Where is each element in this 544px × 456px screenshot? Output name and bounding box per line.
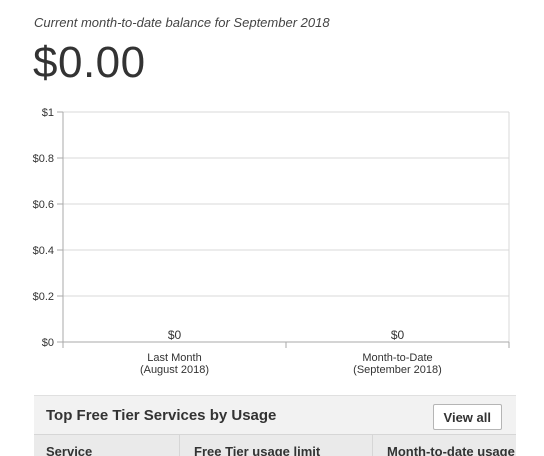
spend-chart-svg: $0 $0.2 $0.4 $0.6 $0.8 $1 $0 Last Month(August … [33, 107, 510, 376]
bar-data-label: $0 [391, 328, 405, 342]
y-tick-label: $0 [42, 337, 54, 349]
x-tick-label: (September 2018) [353, 364, 442, 376]
free-tier-title: Top Free Tier Services by Usage [46, 407, 277, 424]
balance-amount: $0.00 [33, 38, 146, 87]
spend-chart: $0 $0.2 $0.4 $0.6 $0.8 $1 $0 Last Month (August … [0, 100, 544, 390]
column-header-service[interactable]: Service [34, 435, 180, 456]
view-all-button[interactable]: View all [432, 404, 502, 430]
y-tick-label: $0.8 [33, 153, 54, 165]
x-tick-label: Month-to-Date [362, 352, 432, 364]
x-tick-label: Last Month [147, 352, 201, 364]
y-tick-label: $0.4 [33, 245, 54, 257]
y-tick-label: $0.2 [33, 291, 54, 303]
column-header-month-to-date-usage[interactable]: Month-to-date usage [373, 435, 516, 456]
y-tick-label: $1 [42, 107, 54, 119]
balance-period-label: Current month-to-date balance for Septem… [34, 15, 330, 30]
y-tick-label: $0.6 [33, 199, 54, 211]
bar-data-label: $0 [168, 328, 182, 342]
free-tier-panel: Top Free Tier Services by Usage View all… [34, 395, 516, 456]
x-tick-label: (August 2018) [140, 364, 209, 376]
column-header-usage-limit[interactable]: Free Tier usage limit [180, 435, 373, 456]
free-tier-table-header: Service Free Tier usage limit Month-to-d… [34, 434, 516, 456]
